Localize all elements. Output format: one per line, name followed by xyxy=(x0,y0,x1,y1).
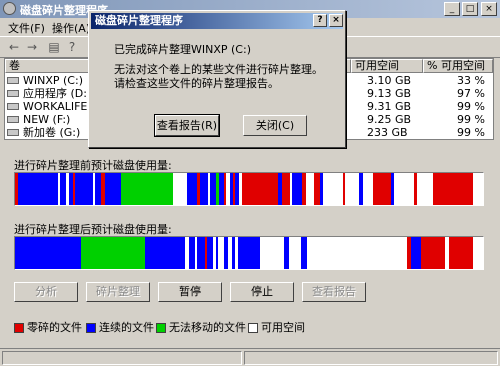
header-free-space[interactable]: 可用空间 xyxy=(351,59,423,73)
usage-segment xyxy=(449,237,473,269)
defrag-app-icon xyxy=(3,2,16,15)
stop-button[interactable]: 停止 xyxy=(230,282,294,302)
usage-segment xyxy=(75,173,93,205)
usage-segment xyxy=(363,173,373,205)
usage-segment xyxy=(306,173,314,205)
before-usage-label: 进行碎片整理前预计磁盘使用量: xyxy=(14,159,172,172)
menu-action[interactable]: 操作(A) xyxy=(52,20,90,36)
volume-pct: 99 % xyxy=(457,100,485,113)
drive-icon xyxy=(7,77,19,84)
volume-pct: 99 % xyxy=(457,126,485,139)
volume-pct: 99 % xyxy=(457,113,485,126)
legend-fragmented-label: 零碎的文件 xyxy=(27,321,82,334)
usage-segment xyxy=(483,173,484,205)
usage-segment xyxy=(292,173,302,205)
volume-free: 9.25 GB xyxy=(367,113,412,126)
pause-button[interactable]: 暂停 xyxy=(158,282,222,302)
usage-segment xyxy=(323,173,343,205)
volume-free: 9.13 GB xyxy=(367,87,412,100)
usage-segment xyxy=(421,237,445,269)
usage-segment xyxy=(473,173,483,205)
drive-icon xyxy=(7,90,19,97)
usage-segment xyxy=(105,173,121,205)
after-usage-map xyxy=(14,236,484,270)
usage-segment xyxy=(289,237,301,269)
usage-segment xyxy=(433,173,473,205)
usage-segment xyxy=(145,237,185,269)
volume-name: WINXP (C:) xyxy=(23,74,83,87)
volume-free: 9.31 GB xyxy=(367,100,412,113)
usage-segment xyxy=(173,173,187,205)
usage-segment xyxy=(197,237,205,269)
legend-unmovable-label: 无法移动的文件 xyxy=(169,321,246,334)
volume-name: NEW (F:) xyxy=(23,113,71,126)
dialog-view-report-button[interactable]: 查看报告(R) xyxy=(154,114,220,137)
usage-segment xyxy=(373,173,391,205)
usage-segment xyxy=(417,173,433,205)
dialog-title: 磁盘碎片整理程序 xyxy=(95,14,183,27)
usage-segment xyxy=(18,173,58,205)
before-usage-map xyxy=(14,172,484,206)
menu-file[interactable]: 文件(F) xyxy=(8,20,45,36)
after-usage-label: 进行碎片整理后预计磁盘使用量: xyxy=(14,223,172,236)
usage-segment xyxy=(411,237,421,269)
drive-icon xyxy=(7,116,19,123)
dialog-completed-text: 已完成碎片整理WINXP (C:) xyxy=(114,43,251,56)
header-percent-free[interactable]: % 可用空间 xyxy=(423,59,493,73)
volume-name: 应用程序 (D:) xyxy=(23,87,92,100)
usage-segment xyxy=(238,237,260,269)
status-pane-2 xyxy=(244,351,498,365)
usage-segment xyxy=(242,173,278,205)
contiguous-swatch xyxy=(86,323,96,333)
status-pane-1 xyxy=(2,351,242,365)
usage-segment xyxy=(260,237,284,269)
legend-contiguous-label: 连续的文件 xyxy=(99,321,154,334)
usage-segment xyxy=(121,173,173,205)
dialog-close-button[interactable]: × xyxy=(329,14,343,27)
volume-pct: 97 % xyxy=(457,87,485,100)
volume-name: 新加卷 (G:) xyxy=(23,126,81,139)
volume-free: 233 GB xyxy=(367,126,408,139)
defragment-button[interactable]: 碎片整理 xyxy=(86,282,150,302)
dialog-close-btn[interactable]: 关闭(C) xyxy=(243,115,307,136)
drive-icon xyxy=(7,129,19,136)
usage-segment xyxy=(200,173,208,205)
usage-segment xyxy=(394,173,414,205)
maximize-button[interactable]: □ xyxy=(462,2,478,16)
view-report-button[interactable]: 查看报告 xyxy=(302,282,366,302)
legend-free-label: 可用空间 xyxy=(261,321,305,334)
help-icon[interactable]: ? xyxy=(64,40,80,55)
usage-segment xyxy=(345,173,359,205)
dialog-message-line2: 请检查这些文件的碎片整理报告。 xyxy=(114,77,279,90)
defrag-complete-dialog: 磁盘碎片整理程序 ? × 已完成碎片整理WINXP (C:) 无法对这个卷上的某… xyxy=(88,10,346,148)
volume-pct: 33 % xyxy=(457,74,485,87)
fragmented-swatch xyxy=(14,323,24,333)
usage-segment xyxy=(187,173,197,205)
usage-segment xyxy=(15,237,81,269)
back-arrow-icon[interactable]: ← xyxy=(6,40,22,55)
dialog-help-button[interactable]: ? xyxy=(313,14,327,27)
usage-segment xyxy=(307,237,407,269)
forward-arrow-icon[interactable]: → xyxy=(24,40,40,55)
volume-free: 3.10 GB xyxy=(367,74,412,87)
usage-segment xyxy=(282,173,290,205)
analyze-button[interactable]: 分析 xyxy=(14,282,78,302)
free-swatch xyxy=(248,323,258,333)
status-bar xyxy=(0,348,500,366)
dialog-title-bar: 磁盘碎片整理程序 ? × xyxy=(91,13,343,29)
usage-segment xyxy=(81,237,145,269)
properties-icon[interactable]: ▤ xyxy=(46,40,62,55)
close-button[interactable]: × xyxy=(481,2,497,16)
drive-icon xyxy=(7,103,19,110)
minimize-button[interactable]: _ xyxy=(444,2,460,16)
unmovable-swatch xyxy=(156,323,166,333)
